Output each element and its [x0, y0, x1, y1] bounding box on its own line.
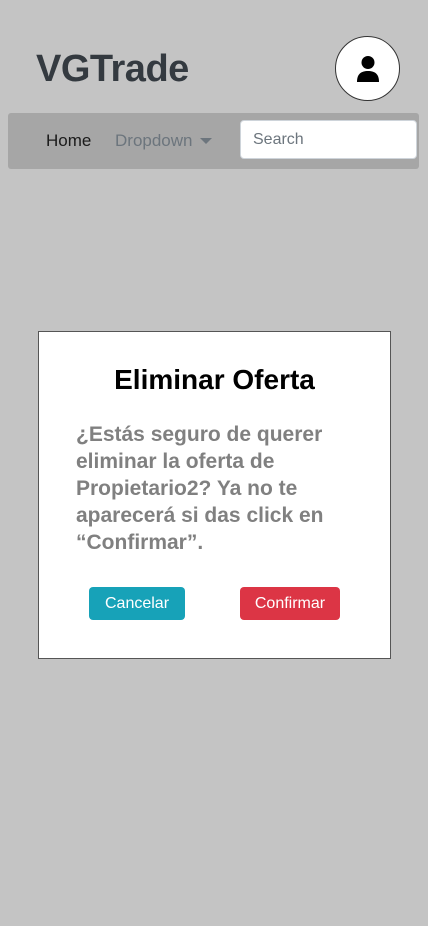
cancel-button[interactable]: Cancelar [89, 587, 185, 620]
app-logo[interactable]: VGTrade [36, 44, 189, 94]
nav-dropdown-label: Dropdown [115, 131, 193, 150]
caret-down-icon [199, 138, 212, 144]
navbar: Home Dropdown [8, 113, 419, 169]
delete-offer-modal: Eliminar Oferta ¿Estás seguro de querer … [38, 331, 391, 659]
confirm-button[interactable]: Confirmar [240, 587, 340, 620]
nav-home-link[interactable]: Home [46, 131, 91, 151]
page: VGTrade Home Dropdown Eliminar Oferta ¿E… [0, 0, 428, 926]
user-icon [356, 55, 379, 82]
search-input[interactable] [240, 120, 417, 159]
modal-message: ¿Estás seguro de querer eliminar la ofer… [76, 423, 324, 554]
user-avatar-button[interactable] [335, 36, 400, 101]
nav-dropdown-toggle[interactable]: Dropdown [115, 131, 212, 151]
modal-title: Eliminar Oferta [114, 364, 315, 395]
